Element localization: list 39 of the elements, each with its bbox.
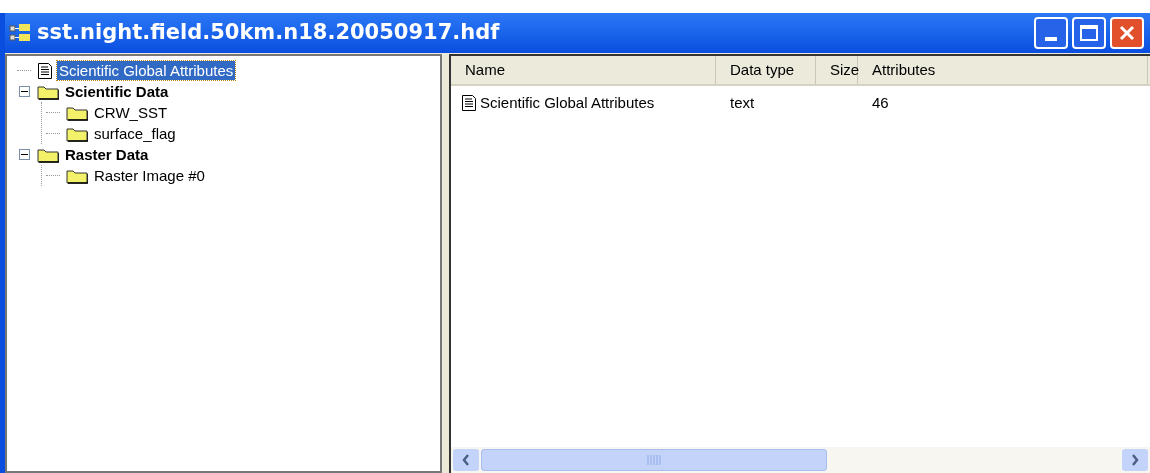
chevron-left-icon [462,454,470,466]
column-header[interactable]: Attributes [858,56,1148,84]
maximize-button[interactable] [1072,17,1106,49]
minus-icon [20,151,28,158]
expand-toggle[interactable] [18,86,30,97]
folder-icon [66,125,88,142]
tree-item[interactable]: Scientific Global Attributes [57,61,236,80]
minimize-button[interactable] [1034,17,1068,49]
folder-icon [37,83,59,100]
scroll-thumb[interactable] [481,449,827,471]
tree-item[interactable]: Raster Data [63,145,151,164]
expand-toggle[interactable] [18,149,30,160]
folder-icon [66,104,88,121]
tree-item[interactable]: Scientific Data [63,82,171,101]
document-icon [37,61,53,80]
tree-structure-icon [9,23,31,43]
folder-icon [37,146,59,163]
column-header[interactable]: Size [816,56,858,84]
maximize-icon [1080,25,1098,41]
table-cell-text: Scientific Global Attributes [480,92,655,113]
grip-icon [647,455,661,465]
tree-item[interactable]: CRW_SST [92,103,170,122]
tree-item[interactable]: surface_flag [92,124,178,143]
close-icon [1119,25,1135,41]
table-cell-text: 46 [872,92,889,113]
column-header[interactable]: Name [451,56,716,84]
tree-item[interactable]: Raster Image #0 [92,166,207,185]
close-button[interactable] [1110,17,1144,49]
scroll-left-button[interactable] [453,449,479,471]
chevron-right-icon [1131,454,1139,466]
minimize-icon [1045,37,1057,41]
scroll-right-button[interactable] [1122,449,1148,471]
table-cell-text: text [730,92,755,113]
folder-icon [66,167,88,184]
column-header[interactable]: Data type [716,56,816,84]
window-title: sst.night.field.50km.n18.20050917.hdf [37,19,500,47]
minus-icon [20,88,28,95]
horizontal-scrollbar[interactable] [451,447,1150,473]
document-icon [461,94,477,112]
